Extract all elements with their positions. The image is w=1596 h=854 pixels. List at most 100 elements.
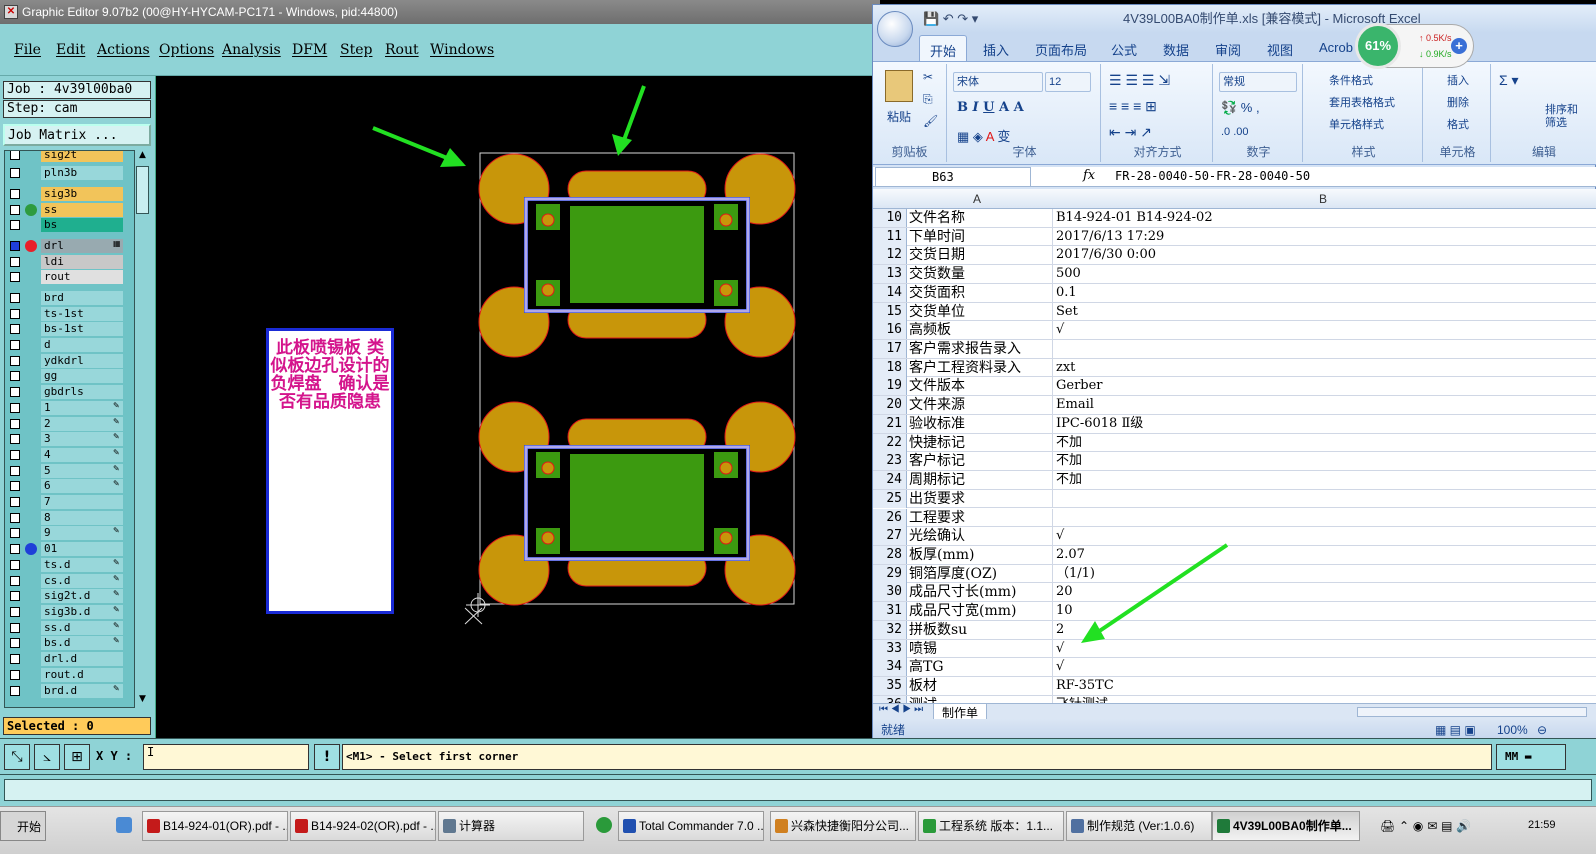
layer-name[interactable]: sig2t.d: [41, 589, 123, 603]
cell-b[interactable]: Gerber: [1054, 377, 1594, 395]
row-number[interactable]: 32: [873, 620, 907, 639]
layer-name[interactable]: sig3b.d: [41, 605, 123, 619]
layer-row-7[interactable]: 7: [5, 495, 125, 509]
net-speed-widget[interactable]: 61% ↑ 0.5K/s ↓ 0.9K/s +: [1355, 23, 1474, 69]
cell-a[interactable]: 高频板: [907, 321, 1053, 340]
layer-name[interactable]: drl.d: [41, 652, 123, 666]
layer-row-rout.d[interactable]: rout.d: [5, 668, 125, 682]
scroll-down-icon[interactable]: ▼: [136, 694, 149, 708]
layer-checkbox[interactable]: [10, 324, 20, 334]
cell-a[interactable]: 光绘确认: [907, 527, 1053, 546]
row-number[interactable]: 30: [873, 583, 907, 602]
layer-name[interactable]: bs.d: [41, 636, 123, 650]
layer-row-ss[interactable]: ss: [5, 203, 125, 217]
cell-b[interactable]: 2.07: [1054, 546, 1594, 564]
layer-name[interactable]: rout.d: [41, 668, 123, 682]
column-a-header[interactable]: A: [973, 192, 981, 206]
quicklaunch-icon[interactable]: [116, 817, 132, 833]
taskbar-item[interactable]: B14-924-02(OR).pdf - ...: [290, 811, 436, 841]
quick-access-icons[interactable]: 💾 ↶ ↷ ▾: [923, 5, 978, 33]
layer-checkbox[interactable]: [10, 528, 20, 538]
row-number[interactable]: 18: [873, 358, 907, 377]
table-format-button[interactable]: 套用表格格式: [1329, 94, 1395, 110]
sort-filter-button[interactable]: 排序和 筛选: [1545, 104, 1578, 130]
cell-b[interactable]: √: [1054, 640, 1594, 658]
layer-row-2[interactable]: 2 ✎: [5, 417, 125, 431]
cell-style-button[interactable]: 单元格样式: [1329, 116, 1384, 132]
layer-checkbox[interactable]: [10, 544, 20, 554]
layer-checkbox[interactable]: [10, 309, 20, 319]
measure-icon[interactable]: ⦣: [34, 744, 60, 770]
layer-name[interactable]: brd: [41, 291, 123, 305]
format-painter-icon[interactable]: 🖌: [923, 114, 938, 128]
layer-row-3[interactable]: 3 ✎: [5, 432, 125, 446]
cell-b[interactable]: √: [1054, 321, 1594, 339]
layer-row-bs[interactable]: bs: [5, 218, 125, 232]
row-number[interactable]: 34: [873, 658, 907, 677]
menu-windows[interactable]: Windows: [430, 42, 494, 58]
cell-a[interactable]: 成品尺寸长(mm): [907, 583, 1053, 602]
fx-icon[interactable]: fx: [1083, 168, 1095, 183]
layer-checkbox[interactable]: [10, 513, 20, 523]
horizontal-align-icons[interactable]: ≡ ≡ ≡ ⊞: [1109, 98, 1157, 115]
layer-row-ss.d[interactable]: ss.d ✎: [5, 621, 125, 635]
layer-row-ldi[interactable]: ldi: [5, 255, 125, 269]
plus-icon[interactable]: +: [1451, 38, 1467, 54]
row-number[interactable]: 28: [873, 545, 907, 564]
tab-acrobat[interactable]: Acrob: [1319, 40, 1353, 55]
layer-row-4[interactable]: 4 ✎: [5, 448, 125, 462]
layer-checkbox[interactable]: [10, 189, 20, 199]
cell-a[interactable]: 铜箔厚度(OZ): [907, 564, 1053, 583]
row-number[interactable]: 25: [873, 489, 907, 508]
paste-icon[interactable]: [885, 70, 913, 102]
layer-name[interactable]: 9: [41, 526, 123, 540]
menu-file[interactable]: File: [14, 42, 41, 58]
row-number[interactable]: 29: [873, 564, 907, 583]
layer-name[interactable]: bs: [41, 218, 123, 232]
layer-row-rout[interactable]: rout: [5, 270, 125, 284]
format-button[interactable]: 格式: [1447, 116, 1469, 132]
indent-icons[interactable]: ⇤ ⇥ ↗: [1109, 124, 1152, 141]
cell-b[interactable]: [1054, 340, 1594, 358]
layer-checkbox[interactable]: [10, 591, 20, 601]
layer-checkbox[interactable]: [10, 466, 20, 476]
grid-icon[interactable]: ⊞: [64, 744, 90, 770]
graphics-canvas[interactable]: [156, 76, 872, 738]
layer-checkbox[interactable]: [10, 293, 20, 303]
cell-a[interactable]: 喷锡: [907, 639, 1053, 658]
layer-checkbox[interactable]: [10, 205, 20, 215]
layer-checkbox[interactable]: [10, 638, 20, 648]
cut-icon[interactable]: ✂: [923, 70, 933, 84]
layer-row-1[interactable]: 1 ✎: [5, 401, 125, 415]
layer-checkbox[interactable]: [10, 670, 20, 680]
cell-b[interactable]: 不加: [1054, 471, 1594, 489]
taskbar-item[interactable]: B14-924-01(OR).pdf - ...: [142, 811, 288, 841]
menu-step[interactable]: Step: [340, 42, 372, 58]
cell-b[interactable]: 2: [1054, 621, 1594, 639]
layer-checkbox[interactable]: [10, 450, 20, 460]
layer-row-cs.d[interactable]: cs.d ✎: [5, 574, 125, 588]
sum-icon[interactable]: Σ ▾: [1499, 72, 1519, 89]
layer-row-d[interactable]: d: [5, 338, 125, 352]
cell-a[interactable]: 文件名称: [907, 209, 1053, 227]
row-number[interactable]: 14: [873, 283, 907, 302]
layer-name[interactable]: 4: [41, 448, 123, 462]
cell-b[interactable]: 不加: [1054, 452, 1594, 470]
scroll-thumb[interactable]: [136, 166, 149, 214]
font-name-select[interactable]: 宋体: [953, 72, 1043, 92]
layer-row-9[interactable]: 9 ✎: [5, 526, 125, 540]
row-number[interactable]: 16: [873, 321, 907, 340]
taskbar-item[interactable]: 4V39L00BA0制作单...: [1212, 811, 1360, 841]
cell-b[interactable]: 20: [1054, 583, 1594, 601]
layer-row-pln3b[interactable]: pln3b: [5, 166, 125, 180]
layer-name[interactable]: sig3b: [41, 187, 123, 201]
row-number[interactable]: 23: [873, 452, 907, 471]
layer-name[interactable]: 8: [41, 511, 123, 525]
cell-b[interactable]: B14-924-01 B14-924-02: [1054, 209, 1594, 227]
row-number[interactable]: 19: [873, 377, 907, 396]
cell-b[interactable]: 不加: [1054, 434, 1594, 452]
layer-name[interactable]: ss: [41, 203, 123, 217]
layer-row-ydkdrl[interactable]: ydkdrl: [5, 354, 125, 368]
layer-name[interactable]: 01: [41, 542, 123, 556]
layer-name[interactable]: pln3b: [41, 166, 123, 180]
